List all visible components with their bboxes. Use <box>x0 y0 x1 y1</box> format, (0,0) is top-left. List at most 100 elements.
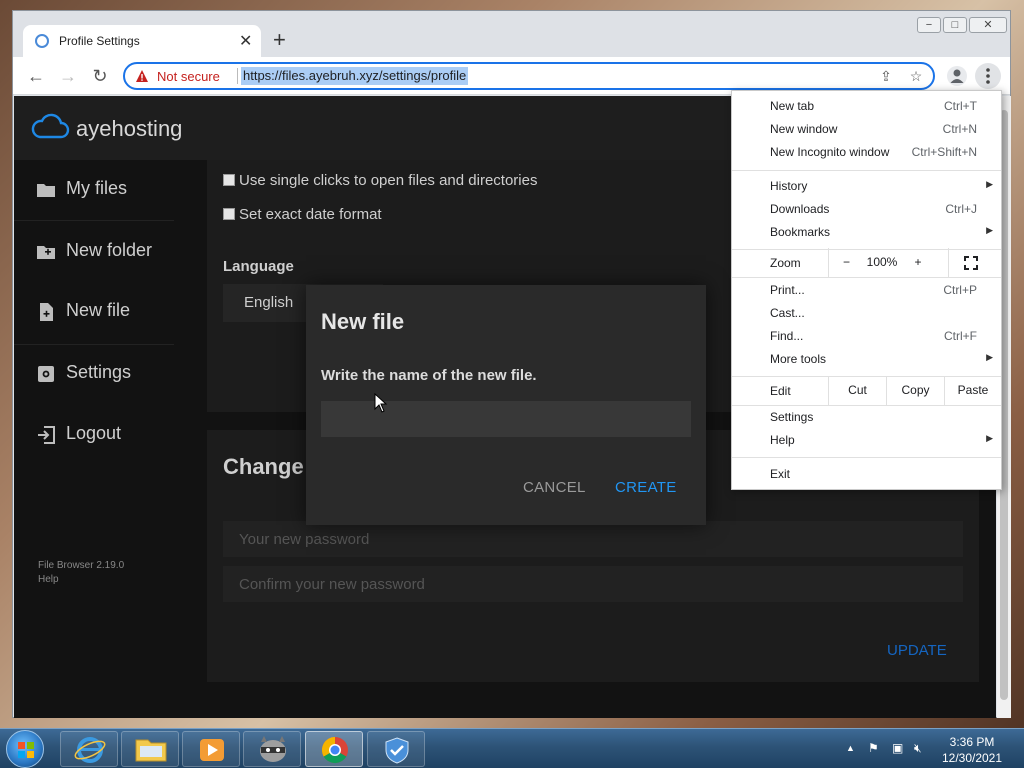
new-tab-button[interactable]: + <box>273 29 286 51</box>
menu-item-label: Settings <box>770 410 814 424</box>
sidebar-item-logout[interactable]: Logout <box>14 405 194 465</box>
menu-item-settings[interactable]: Settings <box>732 407 1001 430</box>
confirm-password-input[interactable] <box>223 566 963 602</box>
reload-icon[interactable]: ↻ <box>89 65 111 87</box>
kebab-menu-icon <box>986 68 990 84</box>
omnibox-divider <box>237 68 238 84</box>
menu-item-shortcut: Ctrl+J <box>945 202 977 216</box>
submenu-arrow-icon: ▶ <box>986 225 993 235</box>
clock-date: 12/30/2021 <box>941 751 1003 765</box>
language-value: English <box>244 294 294 311</box>
raccoon-icon <box>260 736 286 762</box>
menu-item-cast[interactable]: Cast... <box>732 303 1001 326</box>
back-arrow-icon[interactable]: ← <box>25 65 47 87</box>
action-center-flag-icon[interactable]: ⚑ <box>868 741 879 755</box>
gear-icon <box>38 366 54 382</box>
cloud-logo-icon <box>31 113 70 139</box>
copy-button[interactable]: Copy <box>886 376 944 405</box>
share-icon[interactable]: ⇪ <box>877 68 895 86</box>
taskbar-internet-explorer[interactable] <box>60 731 118 767</box>
sidebar-item-label: Settings <box>66 362 132 382</box>
menu-item-more-tools[interactable]: More tools ▶ <box>732 349 1001 372</box>
warning-icon <box>136 70 148 82</box>
zoom-in-button[interactable]: + <box>900 248 936 277</box>
zoom-out-button[interactable]: − <box>828 248 864 277</box>
profile-icon[interactable] <box>947 66 967 86</box>
brand-name[interactable]: ayehosting <box>76 116 182 142</box>
exact-date-checkbox[interactable] <box>223 208 235 220</box>
tab-title: Profile Settings <box>59 34 140 48</box>
windows-logo-icon <box>18 742 34 758</box>
fullscreen-icon[interactable] <box>948 248 992 277</box>
taskbar-security-app[interactable] <box>367 731 425 767</box>
cancel-button[interactable]: CANCEL <box>523 479 586 496</box>
menu-item-exit[interactable]: Exit <box>732 464 1001 487</box>
menu-divider <box>732 405 1001 406</box>
show-hidden-icons[interactable]: ▲ <box>846 743 855 753</box>
exact-date-label: Set exact date format <box>239 206 382 223</box>
tab-close-icon[interactable]: ✕ <box>239 31 252 51</box>
taskbar-raccoon-app[interactable] <box>243 731 301 767</box>
menu-item-bookmarks[interactable]: Bookmarks ▶ <box>732 222 1001 245</box>
taskbar-file-explorer[interactable] <box>121 731 179 767</box>
sidebar-item-my-files[interactable]: My files <box>14 160 194 220</box>
address-bar[interactable]: Not secure https://files.ayebruh.xyz/set… <box>123 62 935 90</box>
taskbar-media-player[interactable] <box>182 731 240 767</box>
minimize-button[interactable]: − <box>917 17 941 33</box>
media-player-icon <box>200 739 224 761</box>
start-button[interactable] <box>6 730 44 768</box>
submenu-arrow-icon: ▶ <box>986 433 993 443</box>
new-password-input[interactable] <box>223 521 963 557</box>
edit-label: Edit <box>770 384 791 398</box>
volume-muted-icon[interactable]: 🔇︎ <box>914 741 922 756</box>
close-window-button[interactable]: ✕ <box>969 17 1007 33</box>
menu-item-label: New Incognito window <box>770 145 890 159</box>
single-clicks-checkbox[interactable] <box>223 174 235 186</box>
menu-item-label: New window <box>770 122 838 136</box>
tab-profile-settings[interactable]: Profile Settings ✕ <box>23 25 261 58</box>
chrome-menu-button[interactable] <box>975 63 1001 89</box>
update-button[interactable]: UPDATE <box>887 642 947 659</box>
system-clock[interactable]: 3:36 PM 12/30/2021 <box>936 734 1008 766</box>
create-button[interactable]: CREATE <box>615 479 677 496</box>
shield-icon <box>385 737 409 764</box>
menu-item-label: Print... <box>770 283 805 297</box>
sidebar-item-label: New file <box>66 300 131 320</box>
menu-item-label: Exit <box>770 467 791 481</box>
menu-item-label: Cast... <box>770 306 805 320</box>
taskbar-chrome[interactable] <box>305 731 363 767</box>
menu-item-help[interactable]: Help ▶ <box>732 430 1001 453</box>
new-file-icon <box>40 303 53 321</box>
clock-time: 3:36 PM <box>949 735 995 749</box>
menu-item-new-tab[interactable]: New tab Ctrl+T <box>732 96 1001 119</box>
forward-arrow-icon[interactable]: → <box>57 65 79 87</box>
sidebar-item-new-file[interactable]: New file <box>14 282 194 342</box>
paste-button[interactable]: Paste <box>944 376 1001 405</box>
menu-item-label: Find... <box>770 329 804 343</box>
menu-item-new-window[interactable]: New window Ctrl+N <box>732 119 1001 142</box>
sidebar-item-label: Logout <box>66 423 122 443</box>
network-icon[interactable]: ▣ <box>892 741 903 755</box>
menu-edit-row: Edit Cut Copy Paste <box>732 376 1001 405</box>
help-link[interactable]: Help <box>38 573 124 587</box>
maximize-button[interactable]: □ <box>943 17 967 33</box>
cut-button[interactable]: Cut <box>828 376 886 405</box>
not-secure-label[interactable]: Not secure <box>157 69 220 84</box>
sidebar-item-new-folder[interactable]: New folder <box>14 222 194 282</box>
url-text[interactable]: https://files.ayebruh.xyz/settings/profi… <box>241 67 469 85</box>
menu-item-print[interactable]: Print... Ctrl+P <box>732 280 1001 303</box>
zoom-label: Zoom <box>770 256 801 270</box>
folder-icon <box>37 184 55 197</box>
submenu-arrow-icon: ▶ <box>986 352 993 362</box>
menu-item-downloads[interactable]: Downloads Ctrl+J <box>732 199 1001 222</box>
sidebar-item-settings[interactable]: Settings <box>14 344 194 404</box>
folder-icon <box>135 739 167 762</box>
version-text: File Browser 2.19.0 <box>38 560 125 571</box>
menu-item-new-incognito[interactable]: New Incognito window Ctrl+Shift+N <box>732 142 1001 165</box>
menu-item-shortcut: Ctrl+T <box>944 99 977 113</box>
star-icon[interactable]: ☆ <box>907 68 925 86</box>
menu-item-history[interactable]: History ▶ <box>732 176 1001 199</box>
single-clicks-label: Use single clicks to open files and dire… <box>239 172 538 189</box>
sidebar: My files New folder New file Settings Lo… <box>14 160 194 718</box>
menu-item-find[interactable]: Find... Ctrl+F <box>732 326 1001 349</box>
